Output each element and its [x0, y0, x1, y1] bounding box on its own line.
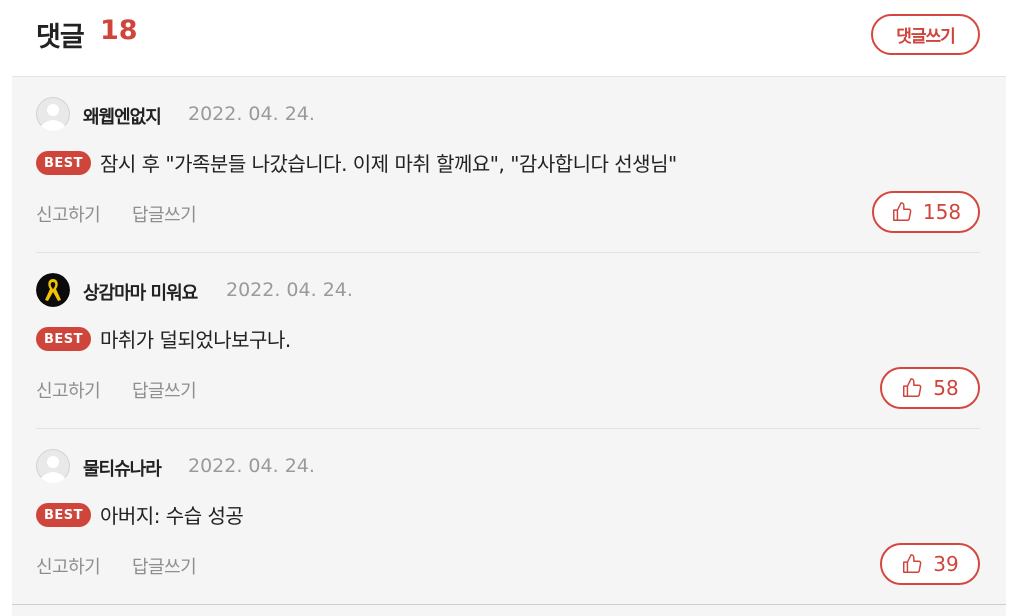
- reply-button[interactable]: 답글쓰기: [132, 553, 197, 579]
- like-button[interactable]: 158: [872, 191, 980, 233]
- like-count: 58: [933, 376, 959, 400]
- default-user-icon[interactable]: [36, 449, 70, 483]
- like-count: 158: [922, 200, 962, 224]
- comment-date: 2022. 04. 24.: [188, 455, 315, 477]
- comments-title: 댓글: [36, 22, 85, 53]
- best-badge: BEST: [36, 327, 91, 351]
- comment-date: 2022. 04. 24.: [226, 279, 353, 301]
- comment-item: 왜웹엔없지 2022. 04. 24. BEST 잠시 후 "가족분들 나갔습니…: [12, 77, 1006, 253]
- report-button[interactable]: 신고하기: [36, 201, 101, 227]
- comment-text: 마취가 덜되었나보구나.: [100, 328, 291, 352]
- comments-header: 댓글 18 댓글쓰기: [0, 0, 1016, 76]
- write-comment-button[interactable]: 댓글쓰기: [871, 14, 980, 55]
- thumbs-up-icon: [903, 378, 922, 397]
- comment-author[interactable]: 상감마마 미워요: [83, 279, 198, 305]
- best-badge: BEST: [36, 151, 91, 175]
- like-button[interactable]: 39: [880, 543, 980, 585]
- reply-button[interactable]: 답글쓰기: [132, 377, 197, 403]
- comment-list: 왜웹엔없지 2022. 04. 24. BEST 잠시 후 "가족분들 나갔습니…: [12, 76, 1006, 616]
- like-count: 39: [933, 552, 959, 576]
- thumbs-up-icon: [903, 554, 922, 573]
- thumbs-up-icon: [892, 202, 912, 221]
- comment-text: 잠시 후 "가족분들 나갔습니다. 이제 마취 할께요", "감사합니다 선생님…: [100, 152, 677, 176]
- comment-divider: [12, 604, 1006, 605]
- yellow-ribbon-icon[interactable]: [36, 273, 70, 307]
- report-button[interactable]: 신고하기: [36, 553, 101, 579]
- comment-item: 상감마마 미워요 2022. 04. 24. BEST 마취가 덜되었나보구나.…: [12, 253, 1006, 429]
- comment-date: 2022. 04. 24.: [188, 103, 315, 125]
- comments-count: 18: [100, 15, 138, 46]
- comment-text: 아버지: 수습 성공: [100, 504, 244, 528]
- comment-item: 물티슈나라 2022. 04. 24. BEST 아버지: 수습 성공 신고하기…: [12, 429, 1006, 605]
- report-button[interactable]: 신고하기: [36, 377, 101, 403]
- comment-author[interactable]: 물티슈나라: [83, 455, 162, 481]
- default-user-icon[interactable]: [36, 97, 70, 131]
- like-button[interactable]: 58: [880, 367, 980, 409]
- reply-button[interactable]: 답글쓰기: [132, 201, 197, 227]
- best-badge: BEST: [36, 503, 91, 527]
- comment-author[interactable]: 왜웹엔없지: [83, 103, 162, 129]
